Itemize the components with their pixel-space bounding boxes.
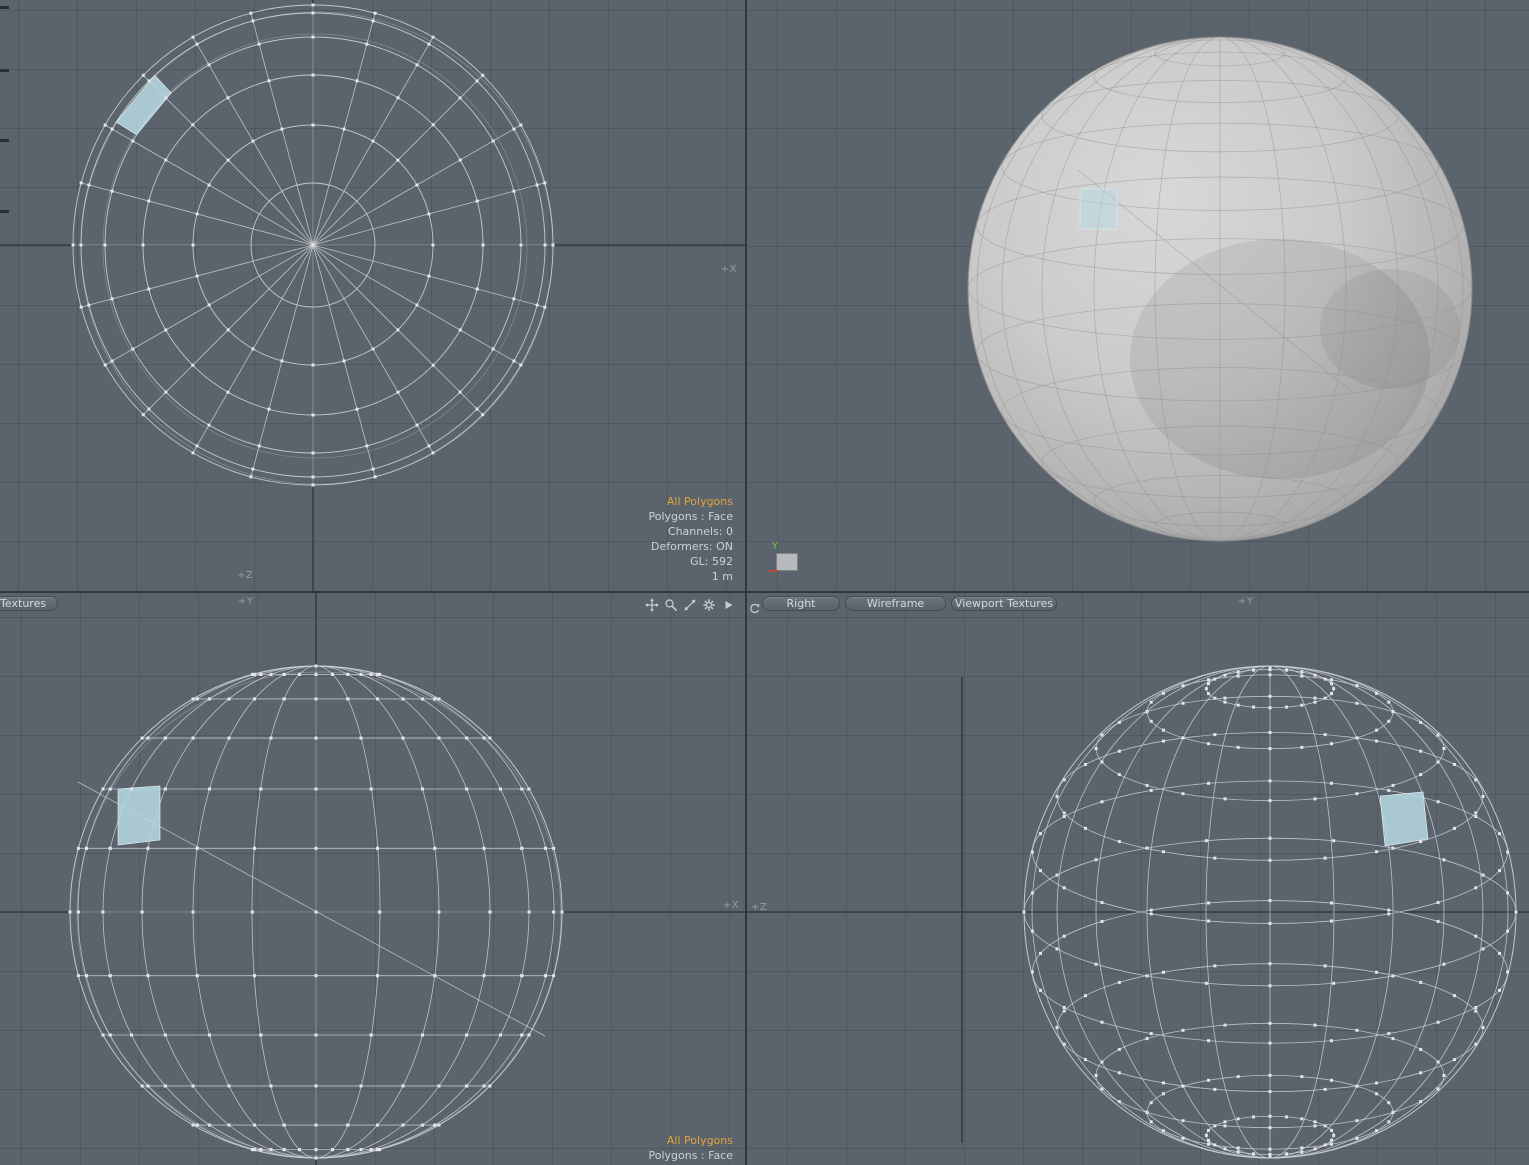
axis-label-plus-y: +Y [1238, 596, 1254, 607]
view-type-button[interactable]: Right [762, 596, 840, 611]
perspective-canvas[interactable] [747, 0, 1529, 591]
viewport-divider-vertical[interactable] [745, 0, 747, 1165]
stat-gl: GL: 592 [690, 555, 733, 568]
stat-deformers: Deformers: ON [651, 540, 733, 553]
selected-polygon[interactable] [1379, 791, 1429, 847]
viewport-textures-button[interactable]: Viewport Textures [951, 596, 1057, 611]
axis-gizmo: Y [769, 541, 809, 579]
right-view-canvas[interactable] [747, 593, 1529, 1165]
fit-view-icon[interactable] [683, 597, 697, 611]
axis-label-plus-x: +X [720, 264, 737, 275]
ruler-tick [0, 6, 9, 9]
viewport-stats: All Polygons Polygons : Face Channels: 0 [648, 1133, 733, 1165]
grid-scale-label: 1 m [711, 570, 733, 583]
button-label: Viewport Textures [954, 597, 1054, 610]
viewport-top-view[interactable]: +X +Z All Polygons Polygons : Face Chann… [0, 0, 745, 591]
button-label: Wireframe [866, 597, 925, 610]
axis-label-plus-x: +X [722, 900, 739, 911]
ruler-tick [0, 210, 9, 213]
viewport-control-icons [645, 597, 735, 612]
ruler-tick [0, 69, 9, 72]
button-label: Right [786, 597, 816, 610]
modo-quad-viewport: +X +Z All Polygons Polygons : Face Chann… [0, 0, 1529, 1165]
axis-label-plus-y: +Y [238, 596, 254, 607]
selected-polygon[interactable] [1079, 188, 1118, 230]
gizmo-x-axis [769, 570, 778, 572]
shading-mode-button[interactable]: Wireframe [845, 596, 946, 611]
selection-mode-label: All Polygons [666, 1134, 733, 1147]
gizmo-y-label: Y [772, 541, 779, 552]
axis-label-plus-z: +Z [751, 902, 768, 913]
pan-icon[interactable] [645, 597, 659, 612]
selected-polygon[interactable] [117, 785, 161, 846]
stat-channels: Channels: 0 [667, 525, 733, 538]
front-view-canvas[interactable] [0, 593, 745, 1165]
selection-mode-label: All Polygons [666, 495, 733, 508]
viewport-divider-horizontal[interactable] [0, 591, 1529, 593]
axis-label-plus-z: +Z [237, 570, 254, 581]
zoom-icon[interactable] [664, 597, 678, 612]
stat-polygons: Polygons : Face [648, 510, 733, 523]
viewport-stats: All Polygons Polygons : Face Channels: 0… [648, 494, 733, 584]
play-icon[interactable] [721, 597, 735, 611]
button-label: Viewport Textures [0, 597, 47, 610]
viewport-textures-button-partial[interactable]: Viewport Textures [0, 596, 58, 611]
gear-icon[interactable] [702, 597, 716, 611]
selected-polygon[interactable] [115, 74, 172, 136]
viewport-right-view[interactable]: +Y +Z [747, 593, 1529, 1165]
stat-polygons: Polygons : Face [648, 1149, 733, 1162]
ruler-tick [0, 139, 9, 142]
top-view-canvas[interactable] [0, 0, 745, 591]
gizmo-cube [776, 553, 798, 571]
viewport-perspective-view[interactable]: Y [747, 0, 1529, 591]
viewport-front-view[interactable]: +Y +X All Polygons Polygons : Face Chann… [0, 593, 745, 1165]
rotate-view-icon[interactable] [749, 599, 760, 614]
